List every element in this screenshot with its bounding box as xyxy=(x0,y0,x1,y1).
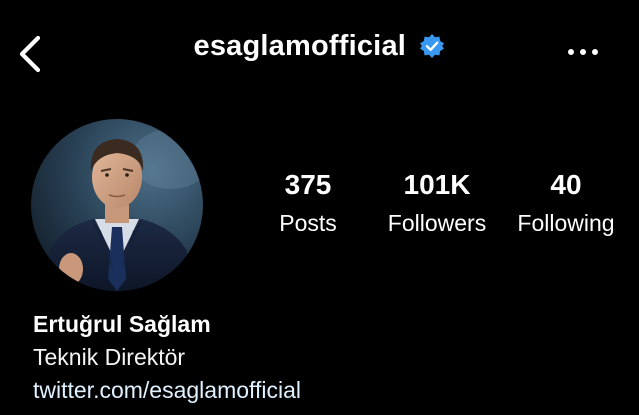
title-container: esaglamofficial xyxy=(0,30,639,63)
profile-header: esaglamofficial xyxy=(0,0,639,104)
followers-count: 101K xyxy=(403,169,471,200)
following-label: Following xyxy=(517,210,615,236)
posts-count: 375 xyxy=(284,169,332,200)
profile-bio: Ertuğrul Sağlam Teknik Direktör twitter.… xyxy=(33,308,633,406)
bio-full-name: Ertuğrul Sağlam xyxy=(33,311,211,337)
profile-username: esaglamofficial xyxy=(193,30,407,62)
following-stat[interactable]: 40 Following xyxy=(501,168,631,238)
followers-stat[interactable]: 101K Followers xyxy=(372,168,502,238)
posts-stat[interactable]: 375 Posts xyxy=(243,168,373,238)
posts-label: Posts xyxy=(279,210,337,236)
profile-avatar[interactable] xyxy=(31,119,203,291)
following-count: 40 xyxy=(550,169,582,200)
bio-website-link[interactable]: twitter.com/esaglamofficial xyxy=(33,374,301,406)
followers-label: Followers xyxy=(387,210,487,236)
more-options-button[interactable] xyxy=(566,42,600,62)
verified-badge-icon xyxy=(420,33,445,58)
more-horizontal-icon xyxy=(568,49,598,55)
bio-role: Teknik Direktör xyxy=(33,344,186,370)
avatar-photo xyxy=(31,119,203,291)
